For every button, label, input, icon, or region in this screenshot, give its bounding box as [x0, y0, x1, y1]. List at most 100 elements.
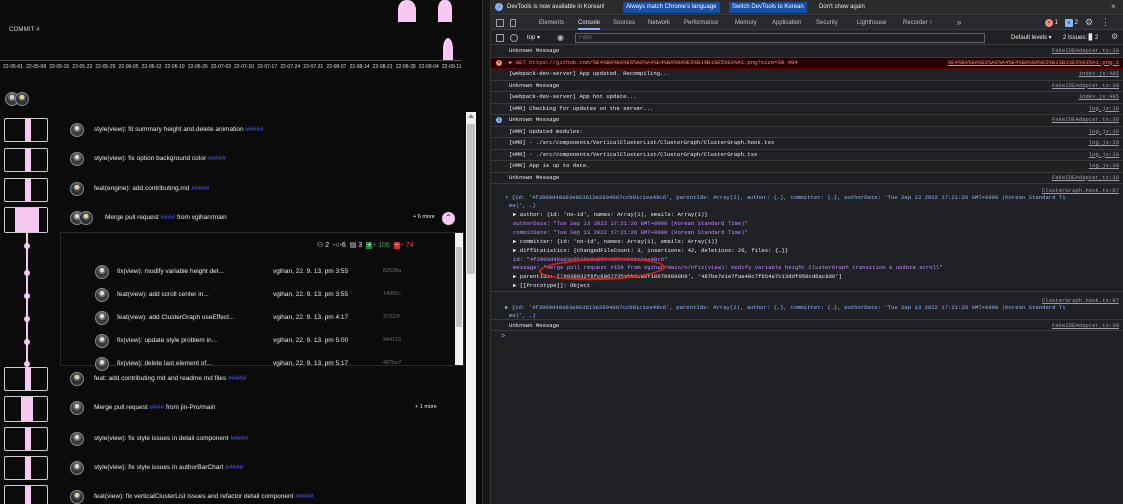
object-property[interactable]: authorDate: "Tue Sep 13 2022 17:21:26 GM…: [513, 220, 1113, 227]
sub-commit-row[interactable]: feat(view): add ClusterGraph useEffect..…: [95, 311, 425, 325]
console-message[interactable]: [webpack-dev-server] App hot update... in…: [491, 92, 1123, 104]
source-link[interactable]: log.js:39: [1089, 128, 1119, 135]
console-message[interactable]: [HMR] - ./src/components/VerticalCluster…: [491, 150, 1123, 161]
tab-application[interactable]: Application: [772, 16, 801, 30]
commit-link[interactable]: #####: [295, 493, 313, 500]
tab-recorder[interactable]: Recorder ↑: [903, 16, 932, 30]
console-message[interactable]: [HMR] Updated modules: log.js:39: [491, 127, 1123, 138]
source-link[interactable]: FakeIDEAdapter.ts:39: [1052, 174, 1119, 181]
sub-commit-row[interactable]: fix(view): delete last element of... vgih…: [95, 357, 425, 371]
object-property[interactable]: ▶ diffStatistics: {changedFileCount: 3, …: [513, 247, 1113, 254]
cluster-box[interactable]: [4, 456, 48, 480]
commit-row-expanded[interactable]: Merge pull request #### from vgihan/main…: [70, 211, 460, 227]
console-message[interactable]: [HMR] - ./src/components/VerticalCluster…: [491, 138, 1123, 150]
commit-link[interactable]: #####: [191, 185, 209, 192]
commit-row[interactable]: style(view): fix option background color…: [70, 152, 460, 166]
commit-link[interactable]: ####: [150, 404, 164, 411]
console-message[interactable]: [webpack-dev-server] App updated. Recomp…: [491, 69, 1123, 81]
dont-show-again-link[interactable]: Don't show again: [819, 4, 865, 10]
cluster-box[interactable]: [4, 396, 48, 422]
close-icon[interactable]: ×: [1111, 2, 1116, 11]
more-options-icon[interactable]: ⋮: [1101, 17, 1110, 28]
always-match-language-button[interactable]: Always match Chrome's language: [623, 2, 720, 13]
commit-row[interactable]: Merge pull request #### from jin-Pro/mai…: [70, 401, 460, 415]
cluster-box[interactable]: [4, 485, 48, 504]
more-tabs-icon[interactable]: »: [957, 16, 961, 30]
source-link[interactable]: ClusterGraph.hook.ts:87: [1042, 297, 1119, 304]
cluster-box[interactable]: [4, 178, 48, 202]
filter-input[interactable]: [575, 33, 985, 43]
cluster-box[interactable]: [4, 118, 48, 142]
sidebar-toggle-icon[interactable]: [496, 34, 504, 42]
tab-network[interactable]: Network: [648, 16, 670, 30]
source-link[interactable]: FakeIDEAdapter.ts:39: [1052, 82, 1119, 89]
commit-row[interactable]: feat(view): fix verticalClusterList issu…: [70, 490, 460, 504]
console-message[interactable]: i Unknown Message FakeIDEAdapter.ts:39: [491, 115, 1123, 127]
commit-row[interactable]: style(view): fit summary height and dele…: [70, 123, 460, 137]
source-link[interactable]: log.js:39: [1089, 105, 1119, 112]
tab-console[interactable]: Console: [578, 16, 601, 30]
source-link[interactable]: FakeIDEAdapter.ts:39: [1052, 116, 1119, 123]
cluster-box[interactable]: [4, 207, 48, 233]
cluster-box[interactable]: [4, 148, 48, 172]
commit-row[interactable]: style(view): fix style issues in authorB…: [70, 461, 460, 475]
issues-badge[interactable]: ≡ 2: [1065, 19, 1078, 27]
sub-commit-hash[interactable]: 944113: [383, 337, 401, 343]
tab-sources[interactable]: Sources: [613, 16, 635, 30]
sub-commit-hash[interactable]: 14091c: [383, 291, 401, 297]
console-message[interactable]: Unknown Message FakeIDEAdapter.ts:39: [491, 46, 1123, 58]
commit-link[interactable]: #####: [245, 126, 263, 133]
tab-memory[interactable]: Memory: [735, 16, 757, 30]
console-object-entry[interactable]: ClusterGraph.hook.ts:87 ▾ {id: '4f3900d4…: [491, 186, 1123, 292]
source-link[interactable]: ClusterGraph.hook.ts:87: [1042, 187, 1119, 194]
commit-link[interactable]: #####: [225, 464, 243, 471]
tab-security[interactable]: Security: [816, 16, 838, 30]
cluster-box[interactable]: [4, 427, 48, 451]
source-link[interactable]: %E4%BA%9A%E6%A6%A4%E4%BA%9A%E5%B1%B1%E5%…: [948, 59, 1119, 66]
avatar[interactable]: [15, 92, 29, 106]
sub-commit-row[interactable]: feat(view): add scroll center in... vgiha…: [95, 288, 425, 302]
console-message[interactable]: Unknown Message FakeIDEAdapter.ts:39: [491, 173, 1123, 184]
commit-link[interactable]: ####: [161, 214, 175, 221]
source-link[interactable]: FakeIDEAdapter.ts:39: [1052, 322, 1119, 329]
commit-link[interactable]: #####: [228, 375, 246, 382]
context-select[interactable]: top ▾: [527, 34, 540, 41]
collapse-button[interactable]: ⌃: [442, 212, 455, 225]
commit-link[interactable]: #####: [208, 155, 226, 162]
cluster-box[interactable]: [4, 367, 48, 391]
console-object-entry[interactable]: ClusterGraph.hook.ts:87 ▶ {id: '4f3900d4…: [491, 296, 1123, 320]
source-link[interactable]: log.js:39: [1089, 151, 1119, 158]
sub-commit-row[interactable]: fix(view): update style problem in... vgi…: [95, 334, 425, 348]
detail-scrollbar-thumb[interactable]: [456, 247, 462, 327]
clear-console-icon[interactable]: [510, 34, 518, 42]
console-message[interactable]: [HMR] App is up to date. log.js:39: [491, 161, 1123, 173]
panel-divider[interactable]: [482, 0, 491, 504]
commit-row[interactable]: feat: add contributing md and readme md …: [70, 372, 460, 386]
issues-counter[interactable]: 2 Issues: ▊ 2: [1063, 34, 1098, 41]
tab-lighthouse[interactable]: Lighthouse: [857, 16, 886, 30]
object-property[interactable]: commitDate: "Tue Sep 13 2022 17:21:26 GM…: [513, 229, 1113, 236]
sub-commit-row[interactable]: fix(view): modify variable height det...…: [95, 265, 425, 279]
object-property[interactable]: ▶ committer: {id: 'no-id', names: Array(…: [513, 238, 1113, 245]
tab-elements[interactable]: Elements: [539, 16, 564, 30]
object-property[interactable]: ▶ author: {id: 'no-id', names: Array(1),…: [513, 211, 1113, 218]
source-link[interactable]: index.js:485: [1079, 70, 1119, 77]
object-summary[interactable]: ▾ {id: '4f3900d48a93e863613e2894087ccb01…: [505, 194, 1115, 201]
live-expression-eye-icon[interactable]: ◉: [557, 33, 564, 42]
log-levels-select[interactable]: Default levels ▾: [1011, 34, 1052, 41]
console-message[interactable]: Unknown Message FakeIDEAdapter.ts:39: [491, 81, 1123, 92]
console-settings-gear-icon[interactable]: ⚙: [1111, 32, 1118, 41]
object-property[interactable]: ▶ [[Prototype]]: Object: [513, 282, 1113, 289]
scrollbar-thumb[interactable]: [467, 124, 475, 274]
inspect-icon[interactable]: [496, 19, 504, 27]
source-link[interactable]: log.js:39: [1089, 139, 1119, 146]
device-toolbar-icon[interactable]: [510, 19, 516, 27]
switch-to-korean-button[interactable]: Switch DevTools to Korean: [729, 2, 807, 13]
tab-performance[interactable]: Performance: [684, 16, 718, 30]
sub-commit-hash[interactable]: 37232f: [383, 314, 400, 320]
console-message[interactable]: Unknown Message FakeIDEAdapter.ts:39: [491, 321, 1123, 331]
commit-row[interactable]: style(view): fix style issues in detail …: [70, 432, 460, 446]
source-link[interactable]: log.js:39: [1089, 162, 1119, 169]
source-link[interactable]: index.js:485: [1079, 93, 1119, 100]
scroll-up-arrow[interactable]: [468, 114, 474, 118]
